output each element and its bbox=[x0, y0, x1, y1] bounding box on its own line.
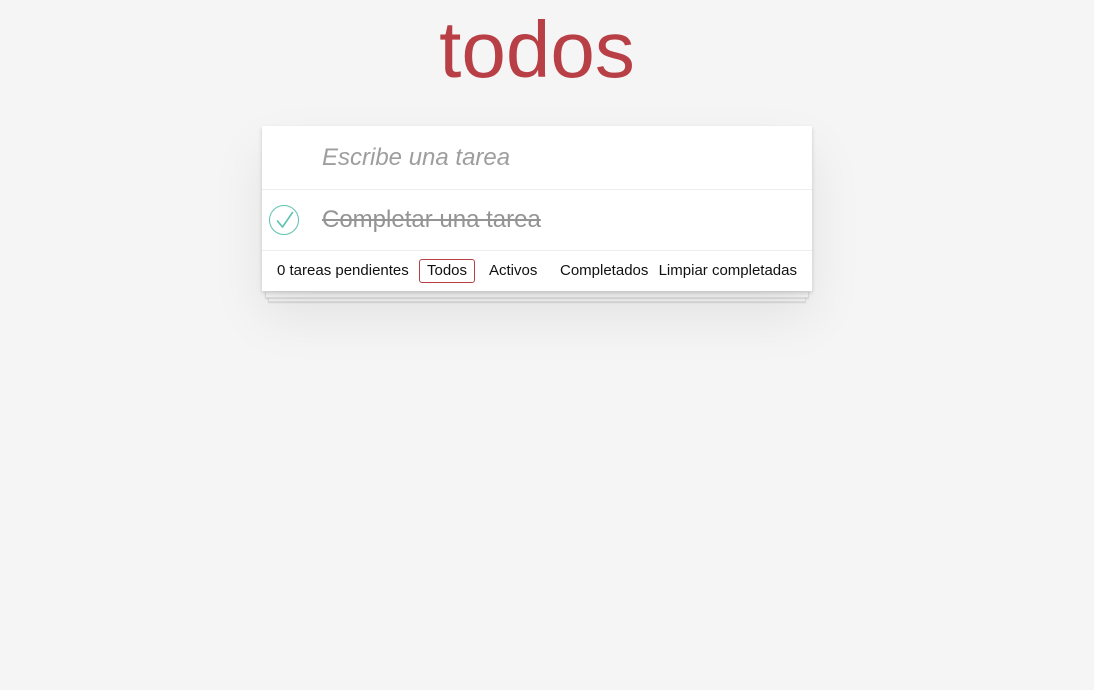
todo-card: Completar una tarea 0 tareas pendientes … bbox=[262, 126, 812, 291]
new-todo-row bbox=[262, 126, 812, 190]
filter-completed[interactable]: Completados bbox=[552, 259, 656, 283]
filter-active[interactable]: Activos bbox=[481, 259, 545, 283]
todo-app: Completar una tarea 0 tareas pendientes … bbox=[262, 126, 812, 302]
check-icon bbox=[276, 211, 294, 228]
app-title: todos bbox=[439, 5, 635, 94]
todo-footer: 0 tareas pendientes Todos Activos Comple… bbox=[262, 251, 812, 291]
pending-count: 0 tareas pendientes bbox=[277, 262, 409, 279]
todo-item-label[interactable]: Completar una tarea bbox=[322, 190, 541, 250]
stack-layer-decoration bbox=[265, 292, 809, 298]
clear-completed-button[interactable]: Limpiar completadas bbox=[659, 251, 797, 291]
todo-item: Completar una tarea bbox=[262, 190, 812, 251]
filter-all[interactable]: Todos bbox=[419, 259, 476, 283]
new-todo-input[interactable] bbox=[320, 126, 790, 189]
todo-toggle-checkbox[interactable] bbox=[269, 205, 299, 235]
